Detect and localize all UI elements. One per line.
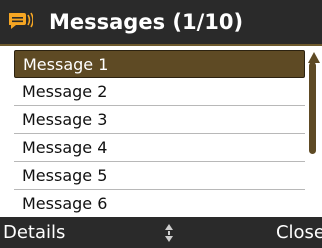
scrollbar-thumb[interactable] [309, 62, 316, 154]
message-list: Message 1 Message 2 Message 3 Message 4 … [0, 46, 308, 218]
message-item-2[interactable]: Message 2 [14, 78, 305, 106]
close-softkey[interactable]: Close [276, 217, 322, 248]
message-item-1[interactable]: Message 1 [14, 50, 305, 78]
message-item-5[interactable]: Message 5 [14, 162, 305, 190]
message-item-4[interactable]: Message 4 [14, 134, 305, 162]
up-down-nav-icon [165, 224, 173, 242]
page-title: Messages (1/10) [49, 10, 244, 34]
title-bar: Messages (1/10) [0, 0, 322, 44]
details-softkey[interactable]: Details [3, 217, 65, 248]
message-speech-icon [9, 12, 33, 29]
softkey-bar: Details Close [0, 217, 322, 248]
message-item-6[interactable]: Message 6 [14, 190, 305, 218]
message-item-3[interactable]: Message 3 [14, 106, 305, 134]
